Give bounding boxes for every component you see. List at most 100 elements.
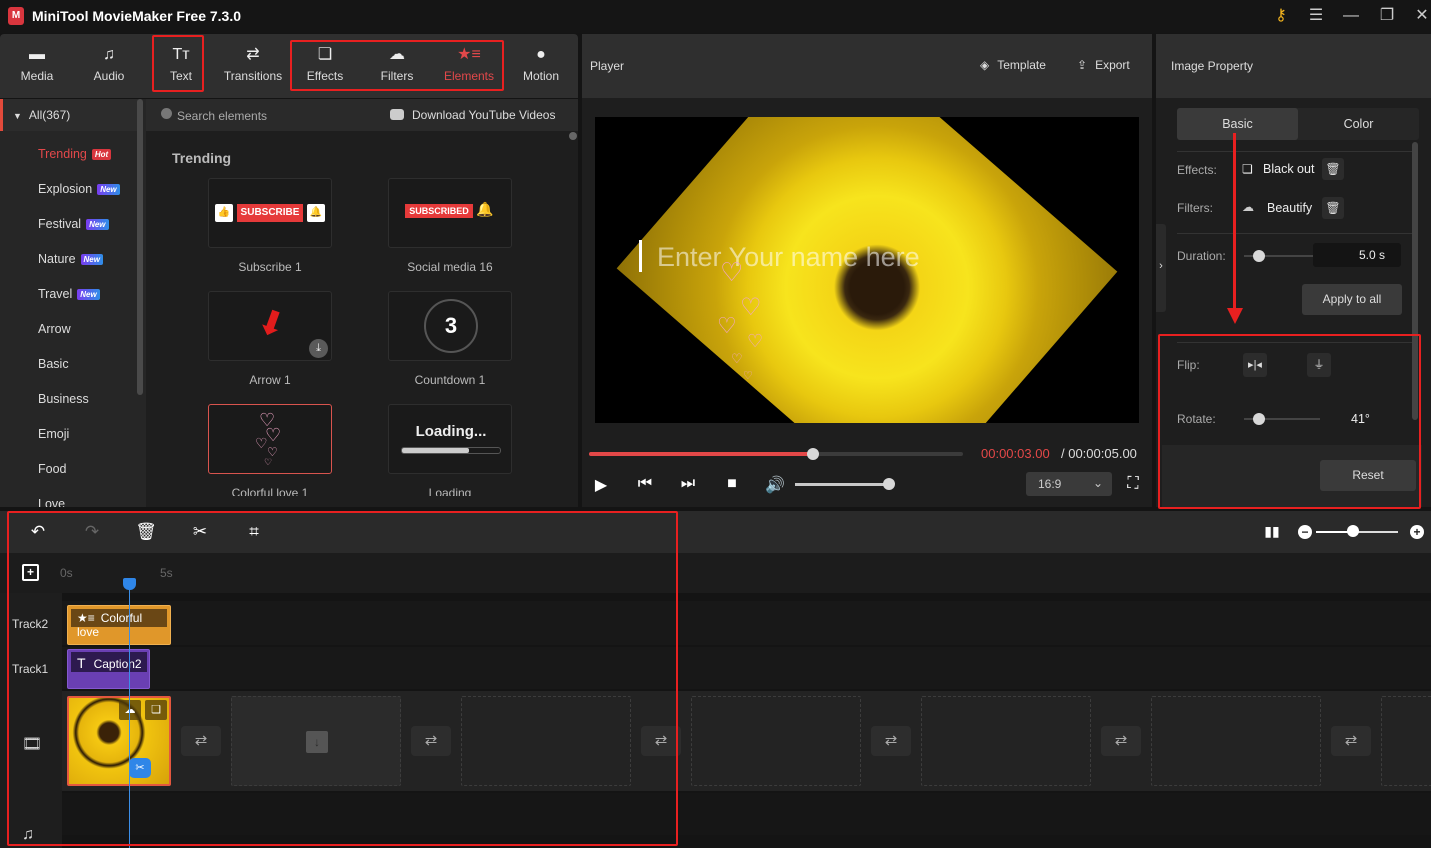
player-header: Player ◈ Template ⇪ Export bbox=[582, 34, 1152, 98]
divider bbox=[1177, 151, 1415, 152]
loading-bar bbox=[401, 447, 501, 454]
volume-icon[interactable]: 🔊 bbox=[764, 475, 786, 495]
element-thumb-countdown-1[interactable]: 3 bbox=[388, 291, 512, 361]
grid-scrollbar[interactable] bbox=[569, 132, 577, 140]
effects-label: Effects: bbox=[1177, 163, 1217, 177]
bell-icon: 🔔 bbox=[476, 201, 494, 217]
search-input[interactable]: Search elements bbox=[177, 109, 267, 123]
app-title: MiniTool MovieMaker Free 7.3.0 bbox=[32, 8, 242, 24]
thumbs-up-icon: 👍 bbox=[215, 204, 233, 222]
element-thumb-loading[interactable]: Loading... bbox=[388, 404, 512, 474]
duration-input[interactable]: 5.0 s bbox=[1313, 243, 1401, 267]
element-thumb-subscribe-1[interactable]: 👍 SUBSCRIBE 🔔 bbox=[208, 178, 332, 248]
empty-clip-slot[interactable] bbox=[1381, 696, 1431, 786]
zoom-out-icon[interactable]: − bbox=[1298, 525, 1312, 539]
download-youtube-link[interactable]: Download YouTube Videos bbox=[412, 108, 555, 122]
previous-frame-button[interactable]: ⏮ bbox=[634, 475, 656, 493]
duration-label: Duration: bbox=[1177, 249, 1226, 263]
apply-to-all-button[interactable]: Apply to all bbox=[1302, 284, 1402, 315]
progress-handle[interactable] bbox=[807, 448, 820, 460]
tab-transitions[interactable]: ⇄ Transitions bbox=[218, 34, 288, 98]
transition-slot-button[interactable]: ⇄ bbox=[1101, 726, 1141, 756]
download-icon[interactable]: ⤓ bbox=[309, 339, 328, 358]
volume-slider[interactable] bbox=[795, 478, 895, 490]
volume-handle[interactable] bbox=[883, 478, 895, 490]
annotation-box-timeline bbox=[7, 511, 678, 846]
duration-slider[interactable] bbox=[1244, 250, 1320, 262]
element-label: Loading bbox=[428, 486, 472, 496]
filter-circles-icon: ☁ bbox=[1242, 200, 1254, 214]
tab-basic[interactable]: Basic bbox=[1177, 108, 1298, 140]
tab-audio[interactable]: ♫ Audio bbox=[74, 34, 144, 98]
duration-handle[interactable] bbox=[1253, 250, 1266, 262]
zoom-handle[interactable] bbox=[1346, 525, 1359, 537]
element-label: Subscribe 1 bbox=[238, 260, 302, 274]
play-button[interactable]: ▶ bbox=[590, 475, 612, 495]
menu-icon[interactable]: ☰ bbox=[1303, 4, 1329, 28]
filters-value: Beautify bbox=[1267, 201, 1313, 215]
music-note-icon: ♫ bbox=[103, 46, 115, 63]
heart-icon: ♡ bbox=[717, 313, 737, 338]
element-thumb-arrow-1[interactable]: ⬇ ⤓ bbox=[208, 291, 332, 361]
category-all[interactable]: ▼ All(367) bbox=[0, 99, 138, 131]
category-business[interactable]: Business bbox=[38, 389, 89, 409]
tab-media[interactable]: ▬ Media bbox=[2, 34, 72, 98]
snap-icon[interactable]: ▮▮ bbox=[1260, 520, 1284, 542]
category-panel: ▼ All(367) Trending Hot Explosion New Festi… bbox=[0, 99, 146, 507]
collapse-panel-handle[interactable]: › bbox=[1156, 224, 1166, 312]
delete-effect-button[interactable]: 🗑 bbox=[1322, 158, 1344, 180]
element-thumb-social-media-16[interactable]: SUBSCRIBED 🔔 bbox=[388, 178, 512, 248]
player-title: Player bbox=[590, 59, 625, 73]
motion-icon: ● bbox=[536, 46, 546, 63]
new-badge: New bbox=[77, 289, 100, 301]
close-icon[interactable]: ✕ bbox=[1409, 4, 1431, 28]
element-label: Countdown 1 bbox=[414, 373, 486, 387]
tab-color[interactable]: Color bbox=[1298, 108, 1419, 140]
chevron-down-icon: ⌄ bbox=[1092, 476, 1103, 490]
category-scrollbar[interactable] bbox=[137, 99, 143, 395]
export-button[interactable]: ⇪ Export bbox=[1077, 58, 1130, 72]
tab-motion[interactable]: ● Motion bbox=[506, 34, 576, 98]
props-title: Image Property bbox=[1171, 59, 1254, 73]
category-festival[interactable]: Festival New bbox=[38, 214, 109, 234]
category-travel[interactable]: Travel New bbox=[38, 284, 100, 304]
folder-icon: ▬ bbox=[29, 46, 45, 63]
maximize-icon[interactable]: ❐ bbox=[1374, 4, 1400, 28]
key-icon[interactable]: ⚷ bbox=[1268, 4, 1294, 28]
category-trending[interactable]: Trending Hot bbox=[38, 144, 112, 164]
annotation-box-effects-filters-elements bbox=[290, 40, 504, 91]
delete-filter-button[interactable]: 🗑 bbox=[1322, 197, 1344, 219]
swap-icon: ⇄ bbox=[246, 46, 260, 63]
chevron-right-icon: › bbox=[1159, 260, 1163, 272]
timeline-zoom-slider[interactable] bbox=[1316, 525, 1398, 537]
category-food[interactable]: Food bbox=[38, 459, 67, 479]
video-preview[interactable]: Enter Your name here ♡ ♡ ♡ ♡ ♡ ♡ bbox=[595, 117, 1139, 423]
empty-clip-slot[interactable] bbox=[921, 696, 1091, 786]
empty-clip-slot[interactable] bbox=[1151, 696, 1321, 786]
empty-clip-slot[interactable] bbox=[691, 696, 861, 786]
aspect-ratio-select[interactable]: 16:9 ⌄ bbox=[1026, 472, 1112, 496]
category-nature[interactable]: Nature New bbox=[38, 249, 103, 269]
zoom-in-icon[interactable]: + bbox=[1410, 525, 1424, 539]
transition-slot-button[interactable]: ⇄ bbox=[871, 726, 911, 756]
overlay-caption-text[interactable]: Enter Your name here bbox=[657, 242, 920, 273]
heart-icon: ♡ bbox=[743, 370, 753, 382]
bell-icon: 🔔 bbox=[307, 204, 325, 222]
next-frame-button[interactable]: ⏭ bbox=[677, 475, 699, 493]
category-basic[interactable]: Basic bbox=[38, 354, 69, 374]
transition-slot-button[interactable]: ⇄ bbox=[1331, 726, 1371, 756]
heart-icon: ♡ bbox=[264, 457, 273, 467]
template-button[interactable]: ◈ Template bbox=[980, 58, 1046, 72]
category-arrow[interactable]: Arrow bbox=[38, 319, 71, 339]
new-badge: New bbox=[97, 184, 120, 196]
effect-layers-icon: ❏ bbox=[1242, 162, 1253, 176]
fullscreen-icon[interactable]: ⛶ bbox=[1122, 475, 1144, 493]
category-explosion[interactable]: Explosion New bbox=[38, 179, 120, 199]
minimize-icon[interactable]: — bbox=[1338, 4, 1364, 28]
progress-slider[interactable] bbox=[589, 448, 963, 460]
red-arrow-icon: ⬇ bbox=[251, 301, 292, 347]
category-emoji[interactable]: Emoji bbox=[38, 424, 69, 444]
element-thumb-colorful-love-1[interactable]: ♡ ♡ ♡ ♡ ♡ bbox=[208, 404, 332, 474]
category-love[interactable]: Love bbox=[38, 494, 65, 507]
stop-button[interactable]: ■ bbox=[721, 475, 743, 493]
